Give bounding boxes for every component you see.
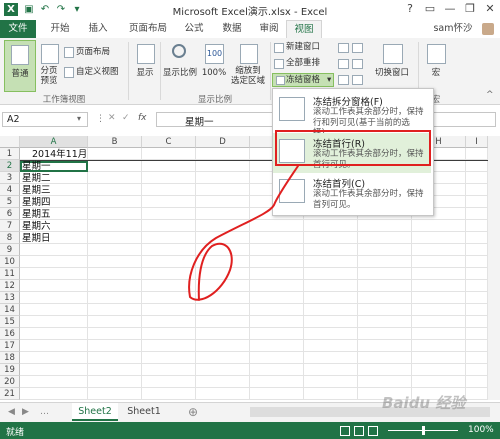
- status-bar: 就绪 100%: [0, 422, 500, 439]
- annotation-overlay: [188, 130, 431, 301]
- scroll-right-icon[interactable]: ▶: [22, 407, 29, 417]
- scroll-left-icon[interactable]: ◀: [8, 407, 15, 417]
- sheet-tab-sheet1[interactable]: Sheet1: [122, 403, 166, 421]
- zoom-level: 100%: [468, 425, 494, 435]
- page-layout-status-icon[interactable]: [354, 426, 364, 436]
- watermark: Baidu 经验: [382, 394, 466, 412]
- add-sheet-button[interactable]: ⊕: [188, 405, 198, 419]
- highlight-box: [275, 130, 431, 166]
- sheet-tab-active[interactable]: Sheet2: [72, 403, 118, 421]
- annotation-stroke: [188, 165, 299, 301]
- page-break-status-icon[interactable]: [368, 426, 378, 436]
- status-ready: 就绪: [6, 428, 25, 438]
- normal-view-status-icon[interactable]: [340, 426, 350, 436]
- zoom-slider-thumb[interactable]: [422, 426, 425, 435]
- more-sheets-icon[interactable]: …: [40, 407, 49, 417]
